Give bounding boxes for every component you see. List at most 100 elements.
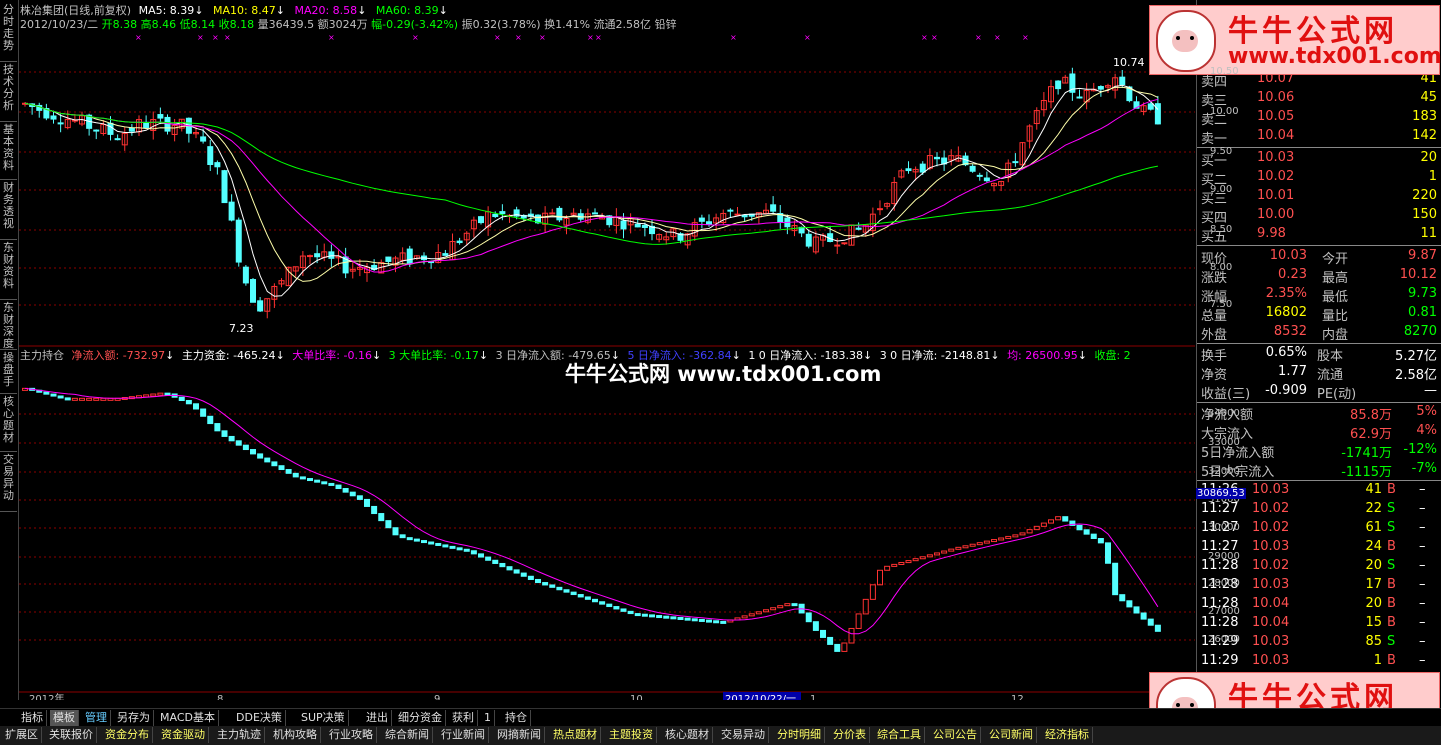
sidebar-tab-2[interactable]: 基本资料 xyxy=(0,122,17,180)
indicator-bar xyxy=(934,552,940,556)
quote-cell: 0.23 xyxy=(1278,267,1307,282)
toolbar-btn-11[interactable]: 持仓 xyxy=(502,710,531,726)
indicator-bar xyxy=(449,545,456,549)
toolbar-btn-9[interactable]: 获利 xyxy=(449,710,478,726)
toolbar-btn-5[interactable]: DDE决策 xyxy=(233,710,286,726)
price-axis-tick: 9.00 xyxy=(1210,184,1233,195)
candle-body xyxy=(734,213,741,216)
ext-btn-13[interactable]: 交易异动 xyxy=(718,727,769,743)
quote-cell: 15 xyxy=(1365,615,1382,630)
indicator-bar xyxy=(321,481,328,485)
ext-btn-14[interactable]: 分时明细 xyxy=(774,727,825,743)
ext-btn-18[interactable]: 公司新闻 xyxy=(986,727,1037,743)
ext-btn-12[interactable]: 核心题材 xyxy=(662,727,713,743)
indicator-axis-tick: 28000 xyxy=(1208,578,1240,589)
quote-cell: 10.03 xyxy=(1252,577,1290,592)
toolbar-btn-6[interactable]: SUP决策 xyxy=(298,710,349,726)
sidebar-tab-1[interactable]: 技术分析 xyxy=(0,62,17,122)
indicator-bar xyxy=(1140,612,1147,620)
ext-btn-6[interactable]: 行业攻略 xyxy=(326,727,377,743)
x-axis-label: 2012年 xyxy=(29,692,64,700)
indicator-bar xyxy=(763,609,769,613)
indicator-big3: 3 大单比率: -0.17 xyxy=(388,349,479,362)
indicator-bar xyxy=(314,479,321,483)
ext-btn-19[interactable]: 经济指标 xyxy=(1042,727,1093,743)
indicator-bar xyxy=(1105,542,1111,564)
candle-body xyxy=(235,219,242,263)
quote-cell: 61 xyxy=(1365,520,1382,535)
signal-marker: × xyxy=(515,33,522,42)
indicator-bar xyxy=(556,586,563,591)
indicator-bar xyxy=(905,560,912,564)
ext-btn-5[interactable]: 机构攻略 xyxy=(270,727,321,743)
indicator-bar xyxy=(1083,529,1090,535)
sidebar-tab-3[interactable]: 财务透视 xyxy=(0,180,17,240)
ext-btn-10[interactable]: 热点题材 xyxy=(550,727,601,743)
indicator-bar xyxy=(855,613,862,629)
ext-btn-3[interactable]: 资金驱动 xyxy=(158,727,209,743)
quote-cell: S xyxy=(1387,634,1396,649)
indicator-bar xyxy=(378,513,385,522)
price-axis-tick: 7.50 xyxy=(1210,299,1233,310)
indicator-bar xyxy=(242,444,249,451)
ext-btn-9[interactable]: 网摘新闻 xyxy=(494,727,545,743)
toolbar-btn-7[interactable]: 进出 xyxy=(363,710,392,726)
indicator-bar xyxy=(307,478,313,482)
indicator-bar xyxy=(627,610,634,615)
ext-btn-1[interactable]: 关联报价 xyxy=(46,727,97,743)
sidebar-tab-4[interactable]: 东财资料 xyxy=(0,240,17,300)
signal-marker: × xyxy=(730,33,737,42)
candle-body xyxy=(549,212,556,215)
ext-btn-7[interactable]: 综合新闻 xyxy=(382,727,433,743)
indicator-bar xyxy=(1147,618,1154,626)
ext-btn-2[interactable]: 资金分布 xyxy=(102,727,153,743)
toolbar-btn-4[interactable]: MACD基本 xyxy=(157,710,219,726)
ext-btn-4[interactable]: 主力轨迹 xyxy=(214,727,265,743)
bar-high: 高8.46 xyxy=(140,18,177,31)
quote-cell: 8270 xyxy=(1403,324,1437,339)
indicator-bar xyxy=(898,561,905,565)
indicator-bar xyxy=(1154,624,1161,632)
candle-body xyxy=(841,242,848,245)
indicator-avg-line xyxy=(24,387,1159,635)
ext-btn-8[interactable]: 行业新闻 xyxy=(438,727,489,743)
ext-btn-16[interactable]: 综合工具 xyxy=(874,727,925,743)
sidebar-tab-6[interactable]: 操盘手 xyxy=(0,350,17,394)
toolbar-btn-3[interactable]: 另存为 xyxy=(114,710,154,726)
sidebar-tab-7[interactable]: 核心题材 xyxy=(0,394,17,452)
candle-body xyxy=(855,227,862,230)
toolbar-btn-0[interactable]: 指标 xyxy=(18,710,47,726)
indicator-name[interactable]: 主力持仓 xyxy=(20,349,64,362)
indicator-bar xyxy=(620,608,627,612)
indicator-bar xyxy=(549,584,556,588)
indicator-bar xyxy=(278,465,285,471)
indicator-bar xyxy=(656,615,663,619)
indicator-bar xyxy=(1026,529,1033,534)
stat-row: 现价 10.03 今开 9.87 xyxy=(1197,247,1441,267)
candle-body xyxy=(1097,86,1104,90)
toolbar-btn-8[interactable]: 细分资金 xyxy=(395,710,446,726)
ext-btn-0[interactable]: 扩展区 xyxy=(2,727,42,743)
quote-cell: 1 xyxy=(1373,653,1382,668)
quote-cell: 5.27亿 xyxy=(1395,349,1437,364)
indicator-bar xyxy=(592,598,598,603)
sidebar-tab-5[interactable]: 东财深度 xyxy=(0,300,17,350)
toolbar-btn-1[interactable]: 模板 xyxy=(50,710,79,726)
ext-btn-17[interactable]: 公司公告 xyxy=(930,727,981,743)
toolbar-btn-2[interactable]: 管理 xyxy=(82,710,111,726)
indicator-bar xyxy=(599,601,606,605)
indicator-bar xyxy=(349,491,356,497)
ext-btn-15[interactable]: 分价表 xyxy=(830,727,870,743)
quote-cell: 10.00 xyxy=(1257,207,1295,222)
sidebar-tab-0[interactable]: 分时走势 xyxy=(0,2,17,62)
indicator-bar xyxy=(228,435,235,442)
indicator-bar xyxy=(542,582,549,586)
indicator-bar xyxy=(869,584,876,600)
indicator-bar xyxy=(421,540,427,544)
indicator-bar xyxy=(577,594,584,598)
ext-btn-11[interactable]: 主题投资 xyxy=(606,727,657,743)
quote-cell: – xyxy=(1419,520,1426,535)
toolbar-btn-10[interactable]: 1 xyxy=(481,710,495,726)
indicator-axis-tick: 27000 xyxy=(1208,606,1240,617)
sidebar-tab-8[interactable]: 交易异动 xyxy=(0,452,17,512)
